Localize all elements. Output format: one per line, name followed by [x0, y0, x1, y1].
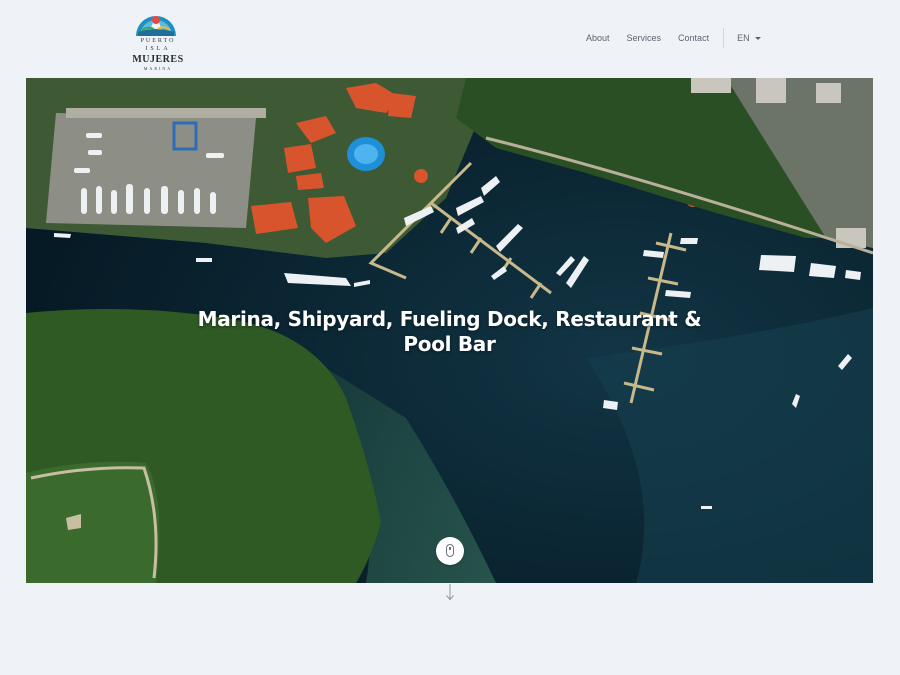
nav-services-link[interactable]: Services	[627, 33, 662, 43]
scroll-down-button[interactable]	[436, 537, 464, 565]
site-header: PUERTO ISLA MUJERES MARINA About Service…	[0, 0, 900, 78]
caret-down-icon	[754, 36, 761, 40]
nav-divider	[723, 28, 725, 48]
logo-text-isla: ISLA	[145, 46, 171, 52]
logo-emblem-icon	[136, 14, 176, 36]
mouse-icon	[446, 544, 454, 557]
main-nav: About Services Contact EN	[586, 28, 761, 48]
language-label: EN	[737, 33, 750, 43]
nav-contact-link[interactable]: Contact	[678, 33, 709, 43]
hero-section: Marina, Shipyard, Fueling Dock, Restaura…	[26, 78, 873, 583]
logo[interactable]: PUERTO ISLA MUJERES MARINA	[130, 8, 186, 71]
logo-text-puerto: PUERTO	[140, 38, 176, 44]
arrow-down-icon	[446, 584, 454, 601]
hero-title: Marina, Shipyard, Fueling Dock, Restaura…	[197, 307, 702, 356]
logo-text-mujeres: MUJERES	[132, 54, 184, 65]
logo-text-marina: MARINA	[143, 66, 173, 71]
language-selector[interactable]: EN	[737, 33, 761, 43]
nav-about-link[interactable]: About	[586, 33, 610, 43]
